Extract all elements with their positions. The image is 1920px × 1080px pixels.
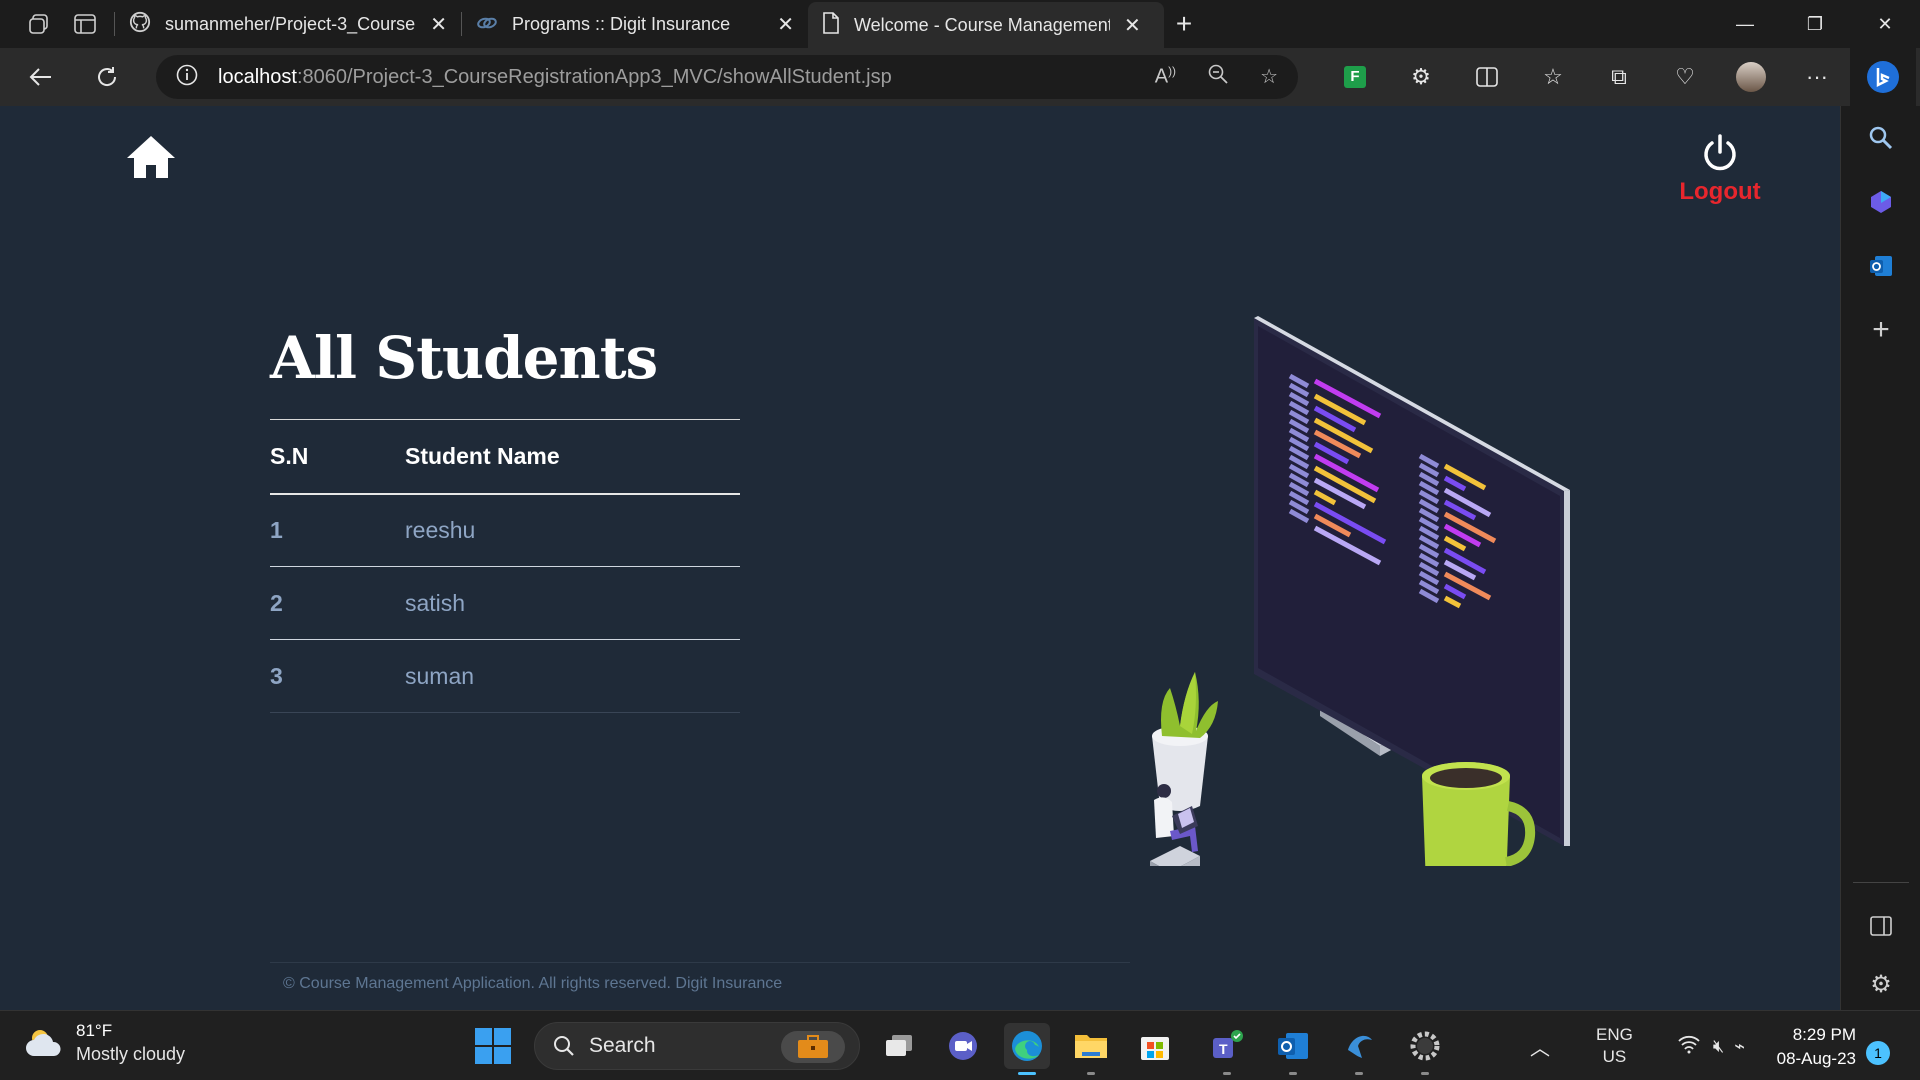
page-content: Logout All Students S.N Student Name 1 r… bbox=[0, 106, 1840, 1010]
clock-time: 8:29 PM bbox=[1792, 1025, 1856, 1044]
vertical-tabs-icon[interactable] bbox=[62, 4, 108, 44]
teams-meet-icon[interactable] bbox=[940, 1023, 986, 1069]
microsoft-store-icon[interactable] bbox=[1132, 1023, 1178, 1069]
outlook-sidebar-icon[interactable] bbox=[1841, 234, 1920, 298]
task-view-icon[interactable] bbox=[876, 1023, 922, 1069]
minimize-icon[interactable]: — bbox=[1710, 0, 1780, 48]
cloud-icon bbox=[26, 1030, 61, 1056]
windows-logo-icon bbox=[475, 1028, 511, 1064]
profile-avatar[interactable] bbox=[1718, 48, 1784, 106]
workspaces-icon[interactable] bbox=[16, 4, 62, 44]
column-header-sn: S.N bbox=[270, 419, 405, 495]
restore-icon[interactable]: ❐ bbox=[1780, 0, 1850, 48]
add-sidebar-app-icon[interactable]: + bbox=[1841, 298, 1920, 362]
chevron-up-icon[interactable]: ︿ bbox=[1530, 1032, 1550, 1061]
zoom-out-icon[interactable] bbox=[1208, 64, 1228, 90]
edge-browser-icon[interactable] bbox=[1004, 1023, 1050, 1075]
page-icon bbox=[822, 11, 840, 39]
weather-widget[interactable]: 81°F Mostly cloudy bbox=[26, 1021, 185, 1065]
lang-region: US bbox=[1602, 1047, 1627, 1066]
row-student-name: satish bbox=[405, 566, 740, 640]
outlook-icon[interactable] bbox=[1270, 1023, 1316, 1075]
hide-sidebar-icon[interactable] bbox=[1841, 894, 1920, 958]
copilot-icon[interactable] bbox=[1850, 48, 1916, 106]
input-language[interactable]: ENG US bbox=[1596, 1024, 1633, 1068]
table-row: 2 satish bbox=[270, 566, 740, 640]
taskbar: 81°F Mostly cloudy Search T ︿ ENG US 🔇︎ … bbox=[0, 1010, 1920, 1080]
url-field[interactable]: localhost:8060/Project-3_CourseRegistrat… bbox=[156, 55, 1298, 99]
row-sn: 1 bbox=[270, 493, 405, 567]
tab-bar: sumanmeher/Project-3_CourseRe ✕ Programs… bbox=[0, 0, 1920, 48]
table-header-row: S.N Student Name bbox=[270, 419, 740, 495]
logout-button[interactable]: Logout bbox=[1670, 134, 1770, 206]
row-student-name: suman bbox=[405, 639, 740, 713]
close-tab-icon[interactable]: ✕ bbox=[1124, 13, 1141, 38]
copilot-sidebar-icon[interactable] bbox=[1841, 170, 1920, 234]
tab-github[interactable]: sumanmeher/Project-3_CourseRe ✕ bbox=[115, 4, 461, 44]
page-title: All Students bbox=[270, 324, 658, 392]
refresh-icon[interactable] bbox=[74, 48, 140, 106]
system-tray: ︿ ENG US 🔇︎ ⌁ bbox=[1530, 1023, 1745, 1069]
close-tab-icon[interactable]: ✕ bbox=[430, 12, 447, 37]
lang-code: ENG bbox=[1596, 1025, 1633, 1044]
row-student-name: reeshu bbox=[405, 493, 740, 567]
table-row: 1 reeshu bbox=[270, 493, 740, 567]
file-explorer-icon[interactable] bbox=[1068, 1023, 1114, 1075]
row-sn: 2 bbox=[270, 566, 405, 640]
eclipse-gear-icon[interactable] bbox=[1402, 1023, 1448, 1075]
clock[interactable]: 8:29 PM 08-Aug-23 bbox=[1760, 1023, 1856, 1071]
mysql-workbench-icon[interactable] bbox=[1336, 1023, 1382, 1075]
teams-icon[interactable]: T bbox=[1204, 1023, 1250, 1075]
edge-sidebar: + ⚙ bbox=[1840, 106, 1920, 1010]
favorite-star-icon[interactable]: ☆ bbox=[1260, 64, 1278, 90]
tab-title: Welcome - Course Management bbox=[854, 14, 1110, 35]
weather-condition: Mostly cloudy bbox=[76, 1044, 186, 1064]
clock-date: 08-Aug-23 bbox=[1776, 1049, 1856, 1068]
row-sn: 3 bbox=[270, 639, 405, 713]
github-icon bbox=[129, 11, 151, 38]
back-icon[interactable] bbox=[8, 48, 74, 106]
wifi-icon[interactable] bbox=[1677, 1034, 1701, 1059]
search-icon bbox=[554, 1036, 574, 1056]
settings-gear-icon[interactable]: ⚙ bbox=[1841, 952, 1920, 1016]
favorites-icon[interactable]: ☆ bbox=[1520, 48, 1586, 106]
close-window-icon[interactable]: ✕ bbox=[1850, 0, 1920, 48]
column-header-name: Student Name bbox=[405, 419, 740, 495]
tab-digit-insurance[interactable]: Programs :: Digit Insurance ✕ bbox=[462, 4, 808, 44]
taskbar-search[interactable]: Search bbox=[534, 1022, 860, 1070]
weather-temp: 81°F bbox=[76, 1021, 113, 1040]
students-table: S.N Student Name 1 reeshu 2 satish 3 sum… bbox=[270, 419, 740, 713]
extension-green-icon[interactable]: F bbox=[1322, 48, 1388, 106]
address-bar: localhost:8060/Project-3_CourseRegistrat… bbox=[0, 48, 1920, 106]
tab-title: Programs :: Digit Insurance bbox=[512, 13, 731, 34]
read-aloud-icon[interactable]: A)) bbox=[1155, 64, 1176, 90]
notification-badge[interactable]: 1 bbox=[1866, 1041, 1890, 1065]
new-tab-button[interactable]: + bbox=[1164, 4, 1204, 44]
start-button[interactable] bbox=[474, 1027, 514, 1067]
close-tab-icon[interactable]: ✕ bbox=[777, 12, 794, 37]
split-screen-icon[interactable] bbox=[1454, 48, 1520, 106]
briefcase-icon bbox=[781, 1031, 845, 1063]
search-label: Search bbox=[589, 1034, 656, 1057]
footer-text: © Course Management Application. All rig… bbox=[283, 975, 783, 992]
table-row: 3 suman bbox=[270, 639, 740, 713]
more-menu-icon[interactable]: ··· bbox=[1784, 48, 1850, 106]
search-icon[interactable] bbox=[1841, 106, 1920, 170]
volume-muted-icon[interactable]: 🔇︎ bbox=[1713, 1036, 1724, 1057]
tab-course-management[interactable]: Welcome - Course Management ✕ bbox=[808, 2, 1164, 48]
battery-charging-icon[interactable]: ⌁ bbox=[1734, 1036, 1745, 1057]
link-icon bbox=[476, 14, 498, 35]
home-icon[interactable] bbox=[126, 134, 176, 180]
footer-divider bbox=[270, 962, 1130, 963]
collections-icon[interactable]: ⧉ bbox=[1586, 48, 1652, 106]
url-text: localhost:8060/Project-3_CourseRegistrat… bbox=[218, 65, 892, 88]
tab-title: sumanmeher/Project-3_CourseRe bbox=[165, 13, 417, 34]
logout-label: Logout bbox=[1679, 178, 1761, 205]
extensions-icon[interactable]: ⚙ bbox=[1388, 48, 1454, 106]
site-info-icon[interactable] bbox=[176, 64, 198, 91]
browser-essentials-icon[interactable]: ♡ bbox=[1652, 48, 1718, 106]
power-icon bbox=[1700, 134, 1740, 174]
developer-illustration bbox=[1150, 316, 1570, 866]
svg-text:T: T bbox=[1219, 1041, 1228, 1057]
